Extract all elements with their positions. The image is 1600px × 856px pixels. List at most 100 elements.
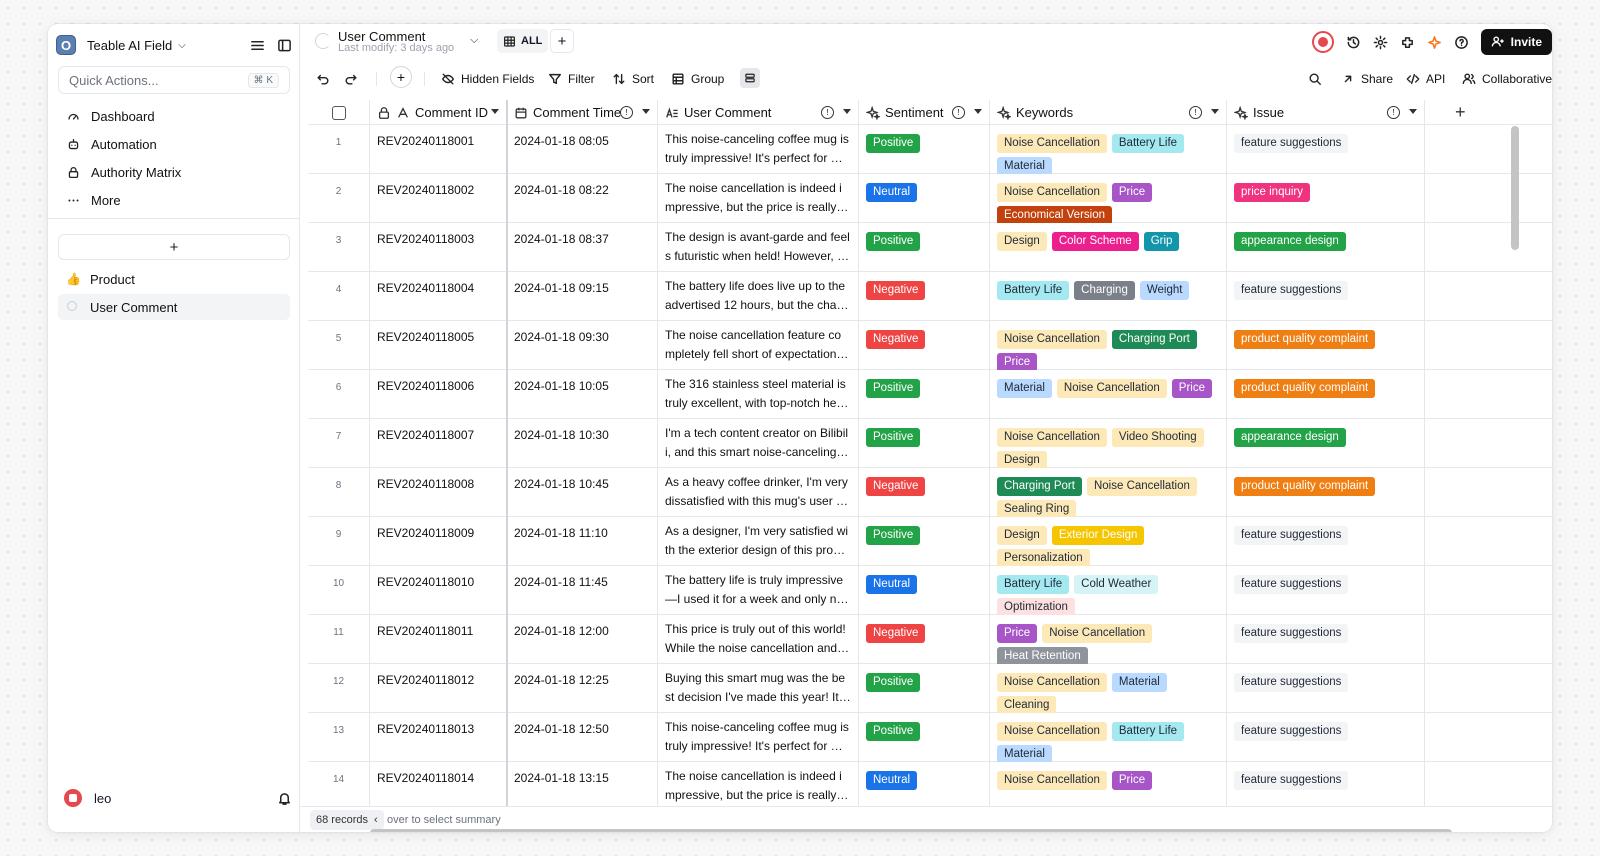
group-button[interactable]: Group	[671, 70, 724, 88]
comment-id-cell[interactable]: REV20240118005	[370, 321, 507, 370]
comment-time-cell[interactable]: 2024-01-18 12:50	[507, 713, 658, 762]
keywords-cell[interactable]: Charging Port Noise Cancellation Sealing R…	[990, 468, 1227, 517]
avatar[interactable]	[64, 789, 82, 807]
comment-time-cell[interactable]: 2024-01-18 10:45	[507, 468, 658, 517]
issue-cell[interactable]: product quality complaint	[1227, 370, 1425, 419]
keywords-cell[interactable]: Design Color Scheme Grip	[990, 223, 1227, 272]
info-icon[interactable]: !	[952, 106, 965, 119]
user-comment-cell[interactable]: This noise-canceling coffee mug is truly…	[658, 713, 859, 762]
comment-id-cell[interactable]: REV20240118014	[370, 762, 507, 806]
comment-id-cell[interactable]: REV20240118006	[370, 370, 507, 419]
add-view-button[interactable]: +	[550, 29, 574, 53]
sentiment-cell[interactable]: Positive	[859, 419, 990, 468]
issue-cell[interactable]: feature suggestions	[1227, 615, 1425, 664]
sidebar-toggle-icon[interactable]	[277, 38, 292, 53]
issue-cell[interactable]: appearance design	[1227, 419, 1425, 468]
user-comment-cell[interactable]: This price is truly out of this world! W…	[658, 615, 859, 664]
horizontal-scrollbar[interactable]	[370, 829, 1452, 832]
sidebar-item-automation[interactable]: Automation	[58, 130, 290, 158]
plugin-icon[interactable]	[1400, 35, 1415, 50]
table-row[interactable]: 1 REV20240118001 2024-01-18 08:05 This nois…	[308, 125, 1552, 174]
issue-cell[interactable]: feature suggestions	[1227, 272, 1425, 321]
comment-id-cell[interactable]: REV20240118011	[370, 615, 507, 664]
chevron-left-icon[interactable]: ‹	[374, 814, 378, 826]
column-header-comment-time[interactable]: Comment Time !	[507, 100, 658, 125]
keywords-cell[interactable]: Noise Cancellation Charging Port Price	[990, 321, 1227, 370]
user-comment-cell[interactable]: The 316 stainless steel material is trul…	[658, 370, 859, 419]
api-button[interactable]: API	[1406, 70, 1445, 88]
keywords-cell[interactable]: Material Noise Cancellation Price	[990, 370, 1227, 419]
sentiment-cell[interactable]: Positive	[859, 125, 990, 174]
add-column-button[interactable]: +	[1455, 102, 1466, 123]
ai-assistant-avatar[interactable]	[1311, 31, 1334, 53]
comment-id-cell[interactable]: REV20240118001	[370, 125, 507, 174]
keywords-cell[interactable]: Design Exterior Design Personalization	[990, 517, 1227, 566]
sentiment-cell[interactable]: Negative	[859, 468, 990, 517]
sidebar-item-authority-matrix[interactable]: Authority Matrix	[58, 158, 290, 186]
issue-cell[interactable]: feature suggestions	[1227, 125, 1425, 174]
comment-id-cell[interactable]: REV20240118004	[370, 272, 507, 321]
column-menu-icon[interactable]	[491, 109, 499, 114]
user-comment-cell[interactable]: Buying this smart mug was the best decis…	[658, 664, 859, 713]
sentiment-cell[interactable]: Neutral	[859, 566, 990, 615]
table-row[interactable]: 10 REV20240118010 2024-01-18 11:45 The batt…	[308, 566, 1552, 615]
select-all-checkbox[interactable]	[331, 105, 346, 120]
undo-button[interactable]	[316, 70, 330, 88]
column-header-sentiment[interactable]: Sentiment !	[859, 100, 990, 125]
column-header-keywords[interactable]: Keywords !	[990, 100, 1227, 125]
add-table-button[interactable]: +	[58, 234, 290, 260]
space-header[interactable]: O Teable AI Field ⌵	[56, 30, 292, 60]
comment-time-cell[interactable]: 2024-01-18 10:30	[507, 419, 658, 468]
sentiment-cell[interactable]: Negative	[859, 615, 990, 664]
table-row[interactable]: 4 REV20240118004 2024-01-18 09:15 The batte…	[308, 272, 1552, 321]
column-header-user-comment[interactable]: User Comment !	[658, 100, 859, 125]
history-icon[interactable]	[1346, 35, 1361, 50]
comment-time-cell[interactable]: 2024-01-18 08:37	[507, 223, 658, 272]
keywords-cell[interactable]: Battery Life Charging Weight	[990, 272, 1227, 321]
user-comment-cell[interactable]: The noise cancellation is indeed impress…	[658, 174, 859, 223]
gear-icon[interactable]	[1373, 35, 1388, 50]
hidden-fields-button[interactable]: Hidden Fields	[441, 70, 534, 88]
comment-time-cell[interactable]: 2024-01-18 13:15	[507, 762, 658, 806]
column-menu-icon[interactable]	[1211, 109, 1219, 114]
sentiment-cell[interactable]: Neutral	[859, 174, 990, 223]
comment-time-cell[interactable]: 2024-01-18 08:05	[507, 125, 658, 174]
column-header-comment-id[interactable]: Comment ID	[370, 100, 507, 125]
comment-time-cell[interactable]: 2024-01-18 12:00	[507, 615, 658, 664]
user-comment-cell[interactable]: This noise-canceling coffee mug is truly…	[658, 125, 859, 174]
comment-time-cell[interactable]: 2024-01-18 09:30	[507, 321, 658, 370]
comment-time-cell[interactable]: 2024-01-18 12:25	[507, 664, 658, 713]
table-row[interactable]: 11 REV20240118011 2024-01-18 12:00 This pri…	[308, 615, 1552, 664]
keywords-cell[interactable]: Noise Cancellation Price	[990, 762, 1227, 806]
help-icon[interactable]	[1454, 35, 1469, 50]
column-header-issue[interactable]: Issue !	[1227, 100, 1425, 125]
column-menu-icon[interactable]	[843, 109, 851, 114]
keywords-cell[interactable]: Noise Cancellation Video Shooting Design	[990, 419, 1227, 468]
keywords-cell[interactable]: Noise Cancellation Material Cleaning	[990, 664, 1227, 713]
table-row[interactable]: 8 REV20240118008 2024-01-18 10:45 As a heav…	[308, 468, 1552, 517]
user-comment-cell[interactable]: The design is avant-garde and feels futu…	[658, 223, 859, 272]
sort-button[interactable]: Sort	[612, 70, 654, 88]
comment-id-cell[interactable]: REV20240118002	[370, 174, 507, 223]
info-icon[interactable]: !	[1189, 106, 1202, 119]
column-menu-icon[interactable]	[1409, 109, 1417, 114]
table-item-product[interactable]: 👍 Product	[58, 266, 290, 292]
user-comment-cell[interactable]: The noise cancellation feature completel…	[658, 321, 859, 370]
issue-cell[interactable]: feature suggestions	[1227, 566, 1425, 615]
comment-id-cell[interactable]: REV20240118013	[370, 713, 507, 762]
table-row[interactable]: 9 REV20240118009 2024-01-18 11:10 As a desi…	[308, 517, 1552, 566]
comment-time-cell[interactable]: 2024-01-18 11:10	[507, 517, 658, 566]
table-row[interactable]: 7 REV20240118007 2024-01-18 10:30 I'm a tec…	[308, 419, 1552, 468]
sentiment-cell[interactable]: Positive	[859, 517, 990, 566]
chevron-down-icon[interactable]: ⌵	[178, 40, 186, 51]
keywords-cell[interactable]: Noise Cancellation Battery Life Material	[990, 125, 1227, 174]
bell-icon[interactable]	[277, 791, 292, 806]
user-comment-cell[interactable]: As a heavy coffee drinker, I'm very diss…	[658, 468, 859, 517]
collaborative-button[interactable]: Collaborative	[1462, 70, 1552, 88]
table-row[interactable]: 5 REV20240118005 2024-01-18 09:30 The noise…	[308, 321, 1552, 370]
sentiment-cell[interactable]: Neutral	[859, 762, 990, 806]
menu-icon[interactable]	[250, 38, 265, 53]
quick-actions-input[interactable]: Quick Actions... ⌘ K	[58, 66, 290, 94]
user-comment-cell[interactable]: The noise cancellation is indeed impress…	[658, 762, 859, 806]
column-menu-icon[interactable]	[642, 109, 650, 114]
